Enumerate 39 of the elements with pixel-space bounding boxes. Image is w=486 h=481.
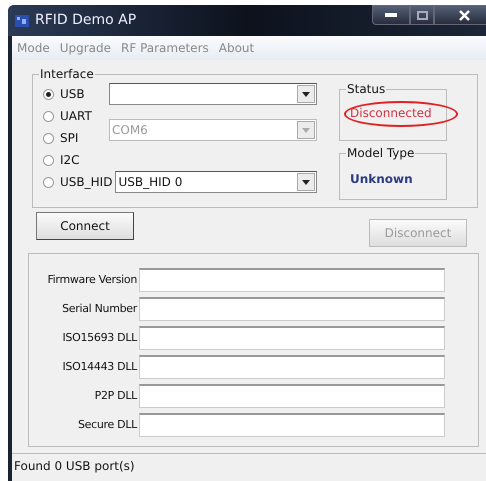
radio-button[interactable] [43, 110, 54, 122]
radio-label[interactable]: USB [60, 85, 85, 103]
text-field[interactable] [139, 384, 445, 408]
radio-label[interactable]: USB_HID [60, 173, 112, 191]
status-bar-text: Found 0 USB port(s) [14, 458, 135, 474]
radio-label[interactable]: UART [60, 107, 92, 125]
group-title: Status [346, 82, 386, 96]
field-label: Serial Number [61, 300, 137, 317]
close-icon [458, 10, 470, 20]
radio-label[interactable]: SPI [60, 129, 78, 147]
maximize-icon [416, 10, 428, 20]
field-label: Secure DLL [76, 416, 137, 433]
group-title: Interface [39, 67, 95, 81]
radio-button[interactable] [43, 154, 54, 166]
app-icon [14, 12, 30, 28]
minimize-button[interactable] [372, 5, 410, 25]
field-label: ISO14443 DLL [61, 358, 137, 375]
dropdown-field[interactable]: USB_HID 0 [115, 171, 317, 193]
field-label: Firmware Version [46, 272, 137, 288]
group-title: Model Type [346, 146, 416, 160]
field-label: P2P DLL [94, 388, 137, 404]
radio-button[interactable] [43, 88, 54, 100]
maximize-button[interactable] [410, 5, 434, 25]
text-field[interactable] [139, 326, 445, 350]
status-value: Disconnected [350, 106, 432, 120]
radio-button[interactable] [43, 176, 54, 188]
close-button[interactable] [434, 5, 486, 25]
model-type-value: Unknown [350, 172, 413, 186]
window-title: RFID Demo AP [35, 11, 136, 30]
push-button[interactable]: Connect [36, 212, 134, 240]
radio-button[interactable] [43, 132, 54, 144]
field-label: ISO15693 DLL [61, 330, 137, 346]
minimize-icon [385, 13, 397, 17]
dropdown-field[interactable] [109, 83, 317, 105]
text-field[interactable] [139, 297, 445, 321]
text-field[interactable] [139, 268, 445, 292]
text-field[interactable] [139, 355, 445, 379]
radio-label[interactable]: I2C [60, 151, 80, 169]
text-field[interactable] [139, 413, 445, 437]
